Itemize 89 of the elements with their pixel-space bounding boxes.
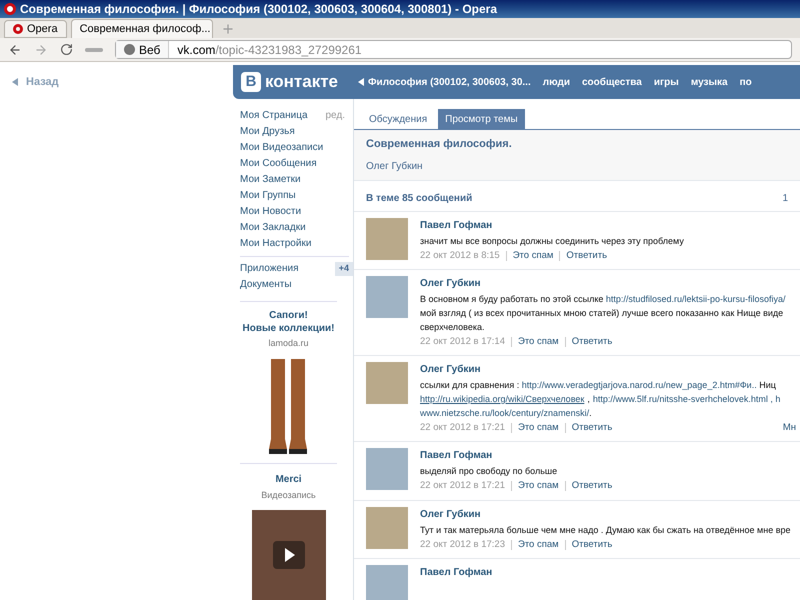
message-link[interactable]: http://ru.wikipedia.org/wiki/Сверхчеловек [420, 394, 584, 404]
message-text: значит мы все вопросы должны соединить через эту проблему [420, 236, 684, 246]
nav-link[interactable]: Философия (300102, 300603, 30... [358, 74, 531, 90]
avatar-photo-placeholder [366, 276, 408, 318]
reply-link[interactable]: Ответить [572, 538, 612, 552]
sidebar-item[interactable]: Мои Новости [240, 204, 302, 220]
author-link[interactable]: Павел Гофман [420, 564, 796, 580]
tab[interactable]: Обсуждения [362, 109, 434, 129]
author-link[interactable]: Павел Гофман [420, 218, 796, 232]
message-link[interactable]: , h [768, 394, 780, 404]
reply-link[interactable]: Ответить [572, 334, 612, 349]
spam-link[interactable]: Это спам [518, 538, 559, 552]
nav-link[interactable]: игры [654, 74, 679, 90]
message-text: ссылки для сравнения : [420, 380, 520, 390]
ad-domain: lamoda.ru [268, 337, 309, 350]
url-path: /topic-43231983_27299261 [215, 42, 362, 58]
message-link[interactable]: http://www.5lf.ru/nitsshe-sverhchelovek.html [592, 394, 768, 404]
app-logo-icon [4, 3, 16, 15]
app-logo-icon [13, 24, 23, 34]
nav-link[interactable]: сообщества [582, 74, 642, 90]
more-link[interactable]: Мн [782, 421, 796, 436]
spam-link[interactable]: Это спам [518, 421, 559, 436]
sidebar-item[interactable]: Моя Страница [240, 108, 308, 123]
video-subtitle: Видеозапись [261, 488, 316, 502]
video-title[interactable]: Merci [275, 472, 302, 487]
sidebar-item[interactable]: Мои Настройки [240, 236, 312, 252]
browser-tab[interactable]: Современная философ... [70, 19, 213, 38]
forward-arrow-icon[interactable] [34, 42, 48, 56]
reply-link[interactable]: Ответить [572, 479, 612, 494]
topic-title: Современная философия. [366, 137, 513, 152]
message-text: В основном я буду работать по этой ссылке [420, 294, 604, 304]
message-link[interactable]: http://studfilosed.ru/lektsii-po-kursu-filosofiya/ [606, 294, 786, 304]
sidebar-item[interactable]: Мои Заметки [240, 172, 301, 187]
sidebar-item[interactable]: Документы [240, 277, 292, 292]
nav-link[interactable]: люди [542, 74, 570, 90]
web-label[interactable]: Веб [116, 41, 170, 58]
tab[interactable]: Просмотр темы [438, 109, 525, 129]
topic-author[interactable]: Олег Губкин [366, 158, 788, 174]
author-link[interactable]: Павел Гофман [420, 448, 796, 464]
post-date: 22 окт 2012 в 17:21 [420, 421, 505, 435]
avatar-photo-placeholder [366, 506, 408, 548]
page-link[interactable]: 1 [782, 190, 788, 206]
window-title: Современная философия. | Философия (300102, 300603, 300604, 300801) - Opera [20, 1, 498, 18]
message-text: Тут и так матерьяла больше чем мне надо . Думаю как бы сжать на отведённое мне вре [420, 524, 790, 534]
message-text: Ниц [758, 380, 776, 390]
message-text: выделяй про свободу по больше [420, 466, 558, 476]
avatar-photo-placeholder [366, 362, 408, 404]
nav-link[interactable]: по [740, 74, 752, 90]
sidebar-item[interactable]: Мои Видеозаписи [240, 140, 324, 155]
post-date: 22 окт 2012 в 17:14 [420, 334, 505, 349]
spam-link[interactable]: Это спам [512, 248, 554, 263]
site-logo[interactable]: В контакте [241, 69, 338, 95]
address-field[interactable]: Веб vk.com/topic-43231983_27299261 [115, 40, 792, 59]
sidebar-item[interactable]: Мои Сообщения [240, 156, 317, 171]
url-host: vk.com [176, 42, 216, 58]
left-caret-icon [358, 78, 364, 86]
sidebar-item[interactable]: Мои Группы [240, 188, 296, 204]
message-text: мой взгляд ( из всех прочитанных мною статей) лучше всего показанно как Нище виде [420, 308, 784, 318]
author-link[interactable]: Олег Губкин [420, 362, 796, 377]
message-text: . [589, 408, 592, 418]
tab-title: Современная философ... [80, 22, 210, 37]
author-link[interactable]: Олег Губкин [420, 506, 796, 522]
count-badge: +4 [334, 262, 353, 276]
post-date: 22 окт 2012 в 17:23 [420, 538, 505, 552]
reload-icon[interactable] [60, 43, 73, 56]
spam-link[interactable]: Это спам [518, 334, 559, 349]
ad-title[interactable]: Сапоги! Новые коллекции! [242, 310, 334, 336]
avatar-photo-placeholder [366, 448, 408, 490]
avatar-photo-placeholder [366, 564, 408, 600]
sidebar-item[interactable]: Мои Закладки [240, 220, 306, 236]
left-caret-icon [12, 78, 18, 86]
message-link[interactable]: http://www.veradegtjarjova.narod.ru/new_page_2.htm#Фи.. [522, 380, 757, 390]
message-count: В теме 85 сообщений [366, 192, 472, 206]
message-text: сверхчеловека. [420, 322, 484, 332]
reply-link[interactable]: Ответить [572, 421, 612, 436]
post-date: 22 окт 2012 в 8:15 [420, 248, 500, 262]
play-icon[interactable] [272, 541, 304, 570]
avatar-photo-placeholder [366, 218, 408, 260]
spam-link[interactable]: Это спам [518, 479, 559, 494]
message-text: , [587, 393, 590, 405]
nav-link[interactable]: музыка [690, 74, 728, 90]
sidebar-item[interactable]: Приложения [240, 261, 299, 276]
menu-button[interactable]: Opera [4, 20, 67, 38]
message-link[interactable]: www.nietzsche.ru/look/century/znamenski/ [420, 408, 590, 418]
reply-link[interactable]: Ответить [566, 248, 608, 263]
post-date: 22 окт 2012 в 17:21 [420, 479, 505, 494]
sidebar-item[interactable]: Мои Друзья [240, 124, 295, 139]
new-tab-icon[interactable] [220, 22, 235, 36]
author-link[interactable]: Олег Губкин [420, 276, 796, 291]
